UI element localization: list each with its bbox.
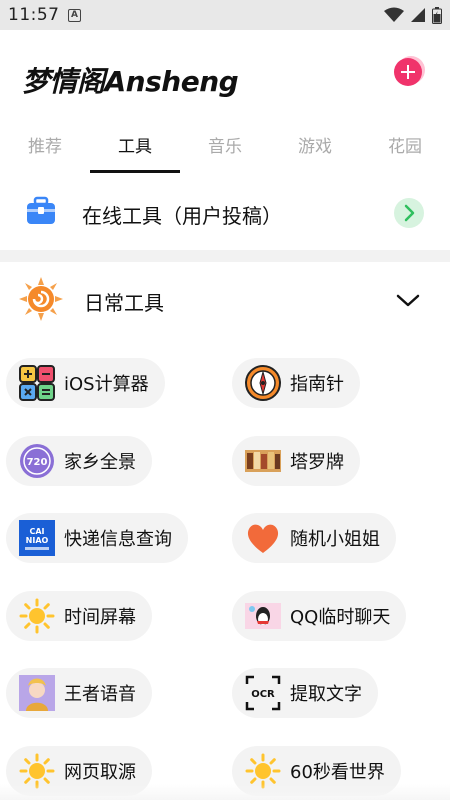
tool-label: 60秒看世界 [290,762,385,783]
notification-a-icon: A [68,9,81,22]
tool-random-girl[interactable]: 随机小姐姐 [232,513,396,563]
online-tools-row[interactable]: 在线工具（用户投稿） [0,178,450,246]
tool-label: iOS计算器 [64,374,149,395]
calculator-icon [19,365,55,401]
tab-recommend[interactable]: 推荐 [0,132,90,157]
tarot-icon [245,450,281,472]
status-time: 11:57 [8,5,60,25]
status-icons [384,6,442,24]
tool-ios-calculator[interactable]: iOS计算器 [6,358,165,408]
online-tools-arrow-button[interactable] [394,198,424,228]
tool-label: 随机小姐姐 [290,529,380,550]
cell-signal-icon [411,8,425,22]
tab-games[interactable]: 游戏 [270,132,360,157]
sun-icon [19,598,55,634]
panorama-720-icon: 720 [20,444,54,478]
tab-music[interactable]: 音乐 [180,132,270,157]
app-title: 梦情阁Ansheng [22,65,239,98]
tool-label: 王者语音 [64,684,136,705]
tool-label: 网页取源 [64,762,136,783]
online-tools-label: 在线工具（用户投稿） [82,204,282,228]
tab-garden[interactable]: 花园 [360,132,450,157]
tool-label: 时间屏幕 [64,607,136,628]
svg-text:720: 720 [27,457,48,468]
tool-compass[interactable]: 指南针 [232,358,360,408]
ocr-icon: OCR [245,675,281,711]
svg-text:OCR: OCR [251,689,275,700]
tool-label: 快递信息查询 [64,529,172,550]
tab-indicator [90,170,180,173]
tab-tools[interactable]: 工具 [90,132,180,157]
tool-qq-temp-chat[interactable]: QQ临时聊天 [232,591,407,641]
toolbox-icon [27,196,55,224]
svg-text:NIAO: NIAO [26,536,49,545]
tool-express-query[interactable]: CAI NIAO 快递信息查询 [6,513,188,563]
tab-bar: 推荐 工具 音乐 游戏 花园 [0,122,450,173]
chevron-right-icon [404,204,415,222]
heart-icon [247,524,279,553]
chevron-down-icon[interactable] [396,290,420,310]
bottom-edge [0,784,450,800]
daily-tools-header[interactable]: 日常工具 [0,270,450,330]
qq-icon [245,603,281,629]
section-divider [0,250,450,262]
compass-icon [245,365,281,401]
cainiao-icon: CAI NIAO [19,520,55,556]
tool-extract-text[interactable]: OCR 提取文字 [232,668,378,718]
tool-label: 塔罗牌 [290,452,344,473]
tool-time-screen[interactable]: 时间屏幕 [6,591,152,641]
tool-label: 家乡全景 [64,452,136,473]
tool-hometown-panorama[interactable]: 720 家乡全景 [6,436,152,486]
tool-label: 提取文字 [290,684,362,705]
svg-text:CAI: CAI [29,527,44,536]
status-bar: 11:57 A [0,0,450,30]
battery-icon [432,6,442,24]
tool-king-voice[interactable]: 王者语音 [6,668,152,718]
tool-label: 指南针 [290,374,344,395]
tool-label: QQ临时聊天 [290,607,391,628]
add-button[interactable] [394,58,422,86]
game-avatar-icon [19,675,55,711]
wifi-icon [384,7,404,22]
tool-tarot[interactable]: 塔罗牌 [232,436,360,486]
sun-swirl-icon [19,277,63,321]
daily-tools-label: 日常工具 [84,291,164,315]
